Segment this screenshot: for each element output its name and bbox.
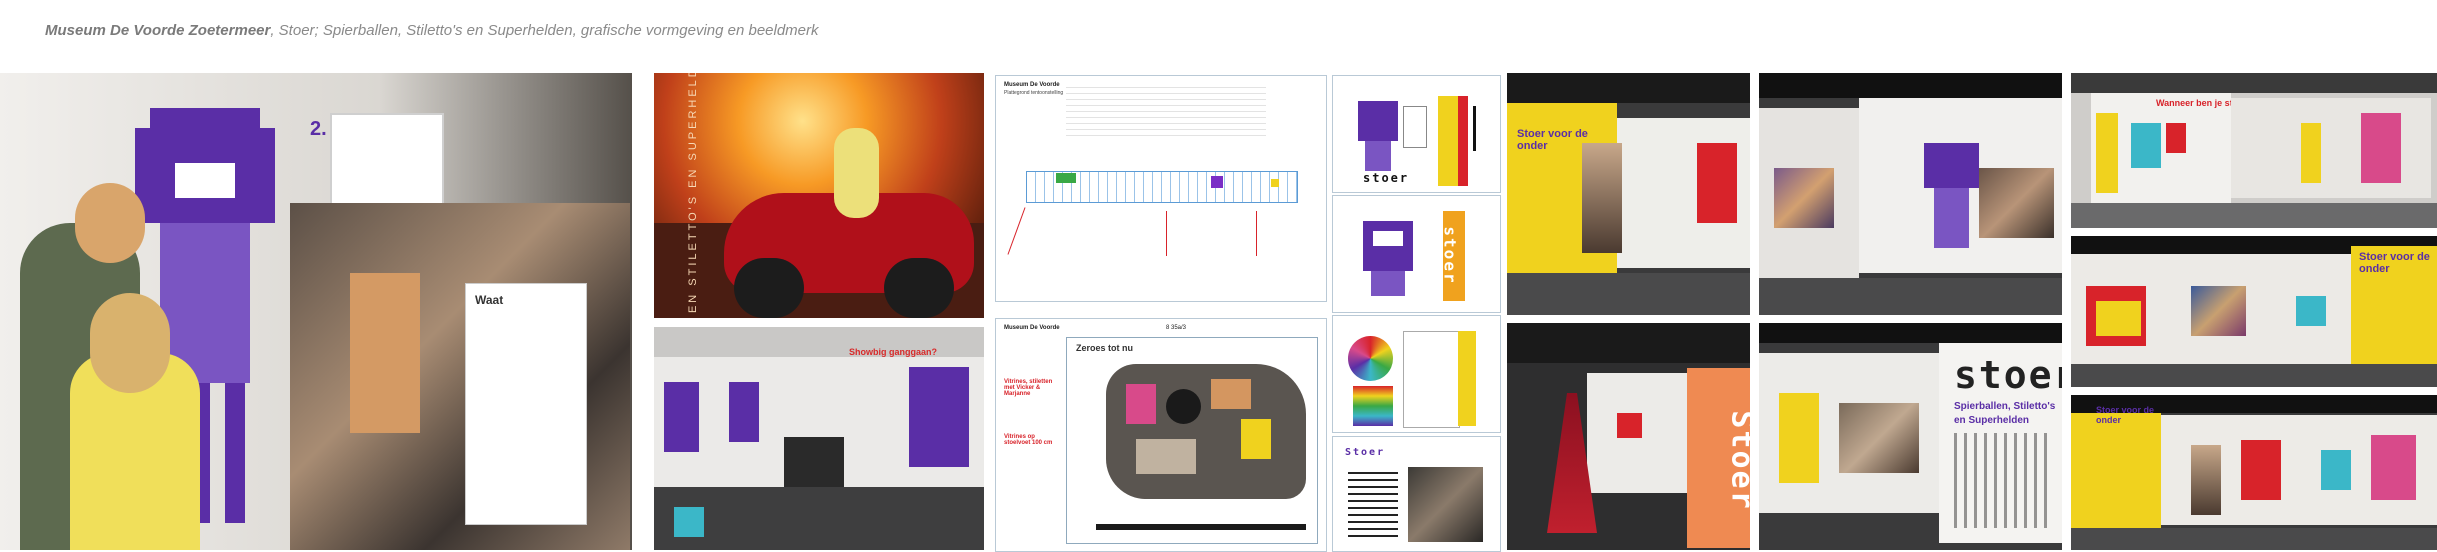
sheet4-word: Stoer [1345, 447, 1386, 458]
stoer-big-word: stoer [1954, 353, 2062, 397]
photo-exhibition-room: Showbig ganggaan? [654, 327, 984, 550]
page-caption: Museum De Voorde Zoetermeer, Stoer; Spie… [45, 22, 819, 39]
plan-title: Museum De Voorde [1004, 82, 1060, 88]
photo-gallery-yellow-panel: Stoer voor de onder [2071, 236, 2437, 387]
caption-rest: , Stoer; Spierballen, Stiletto's en Supe… [270, 22, 819, 39]
caption-museum: Museum De Voorde Zoetermeer [45, 22, 271, 39]
stoer-sub-2: en Superhelden [1954, 415, 2030, 426]
photo-wanneer-wall: Wanneer ben je stoer? [2071, 73, 2437, 228]
vertical-exhibit-text: EN STILETTO'S EN SUPERHELDEN [687, 73, 700, 314]
logo-sheet-2: stoer [1332, 195, 1501, 313]
right-bottom-wall-text: Stoer voor de onder [2096, 405, 2155, 425]
stoer-sub-1: Spierballen, Stiletto's [1954, 401, 2056, 412]
plan-subtitle: Plattegrond tentoonstelling [1004, 90, 1064, 96]
logo-word: stoer [1363, 171, 1410, 185]
floor-plan-sheet: Museum De Voorde Plattegrond tentoonstel… [995, 75, 1327, 302]
vertical-word: stoer [1440, 226, 1460, 285]
layout-sheet: Museum De Voorde 8 35a/3 Vitrines, stile… [995, 318, 1327, 552]
plan2-scale: 8 35a/3 [1166, 325, 1187, 331]
logo-sheet-4: Stoer [1332, 436, 1501, 552]
plan2-heading: Zeroes tot nu [1076, 343, 1134, 353]
logo-sheet-1: stoer [1332, 75, 1501, 193]
photo-motorbike: EN STILETTO'S EN SUPERHELDEN [654, 73, 984, 318]
photo-yellow-wall: Stoer voor de onder [1507, 73, 1750, 315]
photo-character-gallery [1759, 73, 2062, 315]
plan2-title: Museum De Voorde [1004, 325, 1060, 331]
plan2-red-note-1: Vitrines, stiletten met Vicker & Marjann… [1004, 379, 1053, 397]
tall-column-word: Stoer [1724, 410, 1750, 511]
wall-number: 2. [310, 118, 327, 140]
logo-sheet-3 [1332, 315, 1501, 433]
photo-red-dress: Stoer [1507, 323, 1750, 550]
photo-gallery-overview: Stoer voor de onder [2071, 395, 2437, 550]
photo-visitors-at-wall: 2. Waat [0, 73, 632, 550]
photo-stoer-wall: stoer Spierballen, Stiletto's en Superhe… [1759, 323, 2062, 550]
wall-panel-title: Waat [475, 293, 504, 307]
right-mid-wall-text: Stoer voor de onder [2359, 251, 2430, 275]
plan2-red-note-2: Vitrines op stoelvoet 100 cm [1004, 434, 1053, 446]
